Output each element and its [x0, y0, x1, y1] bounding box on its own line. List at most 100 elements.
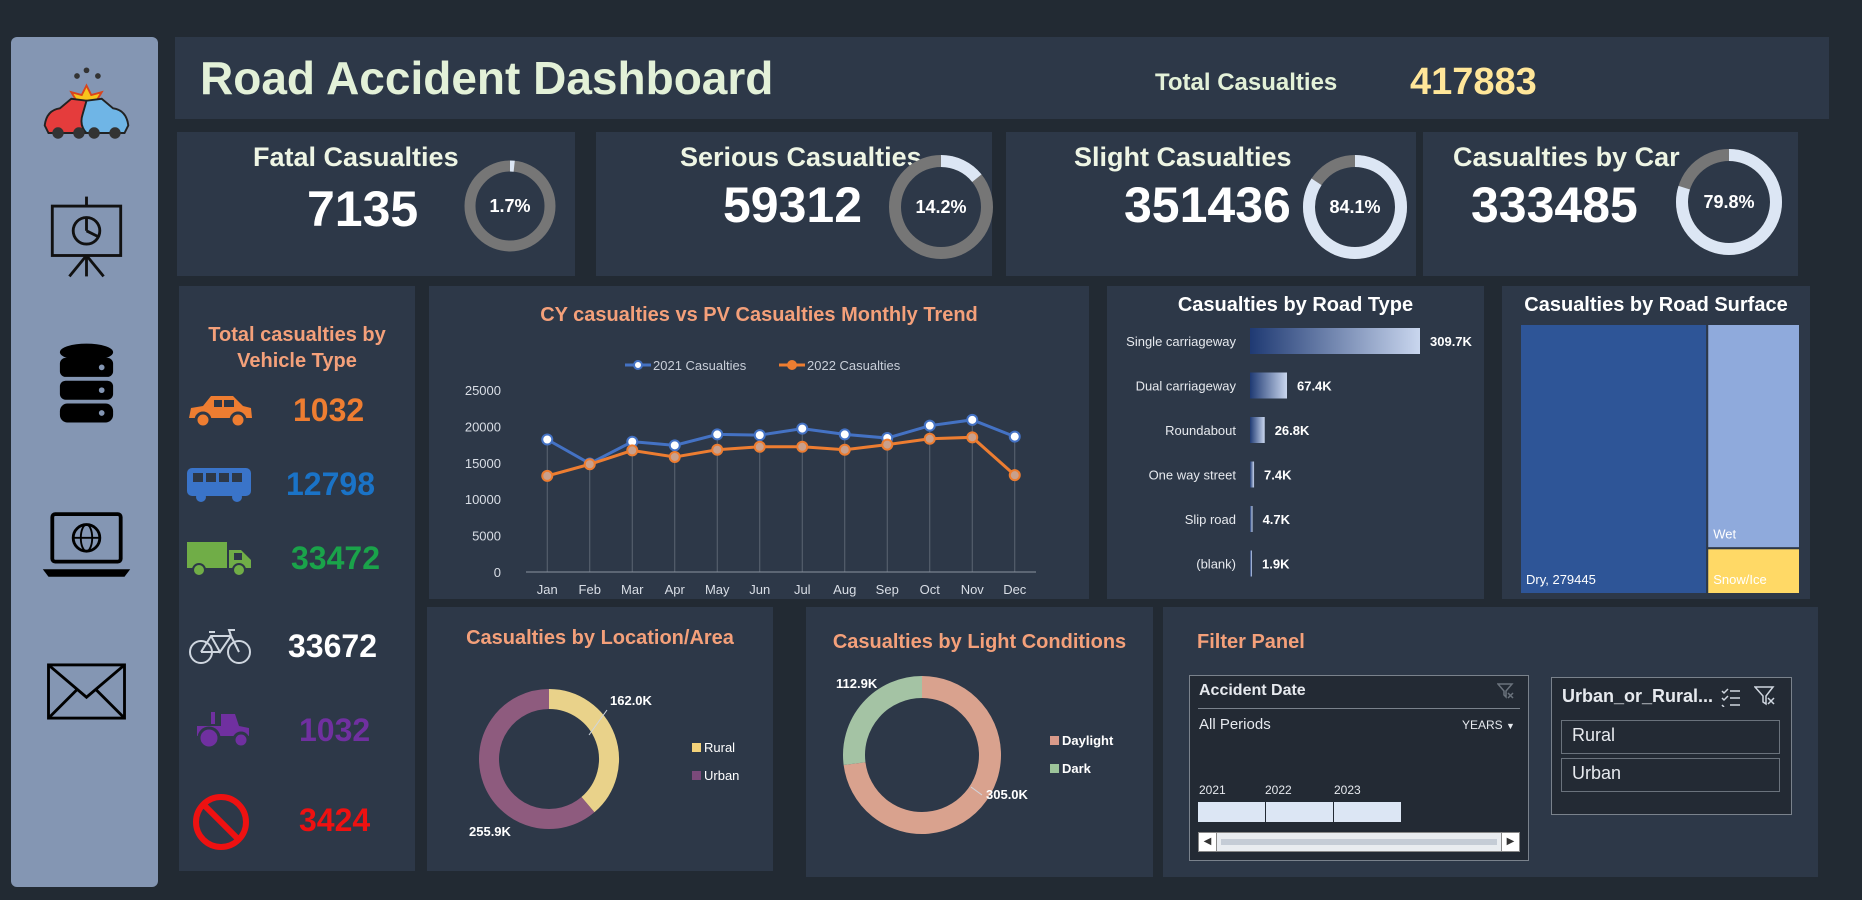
year-label-2023: 2023	[1334, 783, 1361, 797]
data-point	[626, 444, 639, 457]
mail-icon[interactable]	[39, 644, 134, 739]
bar	[1250, 417, 1265, 443]
clear-filter-icon[interactable]	[1754, 686, 1776, 706]
y-tick-label: 15000	[465, 456, 501, 471]
donut-slice-dark	[843, 676, 923, 765]
x-tick-label: Apr	[665, 582, 686, 597]
data-point	[711, 428, 724, 441]
scroll-left-icon[interactable]: ◀	[1199, 833, 1217, 851]
kpi-donut: 1.7%	[464, 160, 556, 252]
kpi-donut-label: 1.7%	[489, 196, 530, 216]
x-tick-label: Jul	[794, 582, 811, 597]
kpi-title: Fatal Casualties	[253, 142, 459, 172]
donut-value-label: 162.0K	[610, 693, 653, 708]
monthly-trend-chart: 2021 Casualties 2022 Casualties 0 5000 100…	[465, 358, 1036, 597]
donut-slice-rural	[548, 689, 619, 813]
location-donut: 162.0K 255.9K Rural Urban	[469, 689, 739, 839]
vehicle-value-tractor: 1032	[299, 712, 371, 748]
y-tick-label: 10000	[465, 492, 501, 507]
category-label: One way street	[1149, 468, 1237, 483]
vehicle-value-car: 1032	[293, 392, 365, 428]
header-bar: Road Accident Dashboard Total Casualties…	[175, 37, 1829, 119]
treemap-dry-label: Dry, 279445	[1526, 572, 1596, 587]
data-point	[668, 439, 681, 452]
chevron-down-icon: ▼	[1506, 721, 1515, 731]
bar	[1250, 328, 1420, 354]
legend-2021: 2021 Casualties	[653, 358, 747, 373]
no-entry-icon	[193, 794, 249, 850]
divider	[1198, 708, 1520, 709]
y-tick-label: 0	[494, 565, 501, 580]
chart-legend: 2021 Casualties 2022 Casualties	[625, 358, 901, 373]
donut-value-label: 255.9K	[469, 824, 512, 839]
x-tick-label: Mar	[621, 582, 644, 597]
kpi-donut: 84.1%	[1303, 155, 1407, 259]
donut-slice-urban	[479, 689, 595, 829]
kpi-title: Casualties by Car	[1453, 142, 1680, 172]
x-tick-label: Aug	[833, 582, 856, 597]
timeline-scrollbar[interactable]: ◀ ▶	[1198, 832, 1520, 852]
area-option-urban[interactable]: Urban	[1561, 758, 1780, 792]
data-point	[1008, 430, 1021, 443]
timeline-bar-2022[interactable]	[1266, 802, 1333, 822]
clear-filter-icon[interactable]	[1497, 683, 1515, 699]
kpi-value: 7135	[307, 181, 419, 237]
filter-panel-title: Filter Panel	[1197, 631, 1305, 653]
scroll-thumb[interactable]	[1221, 839, 1497, 845]
area-slicer: Urban_or_Rural... Rural Urban	[1551, 677, 1792, 815]
year-label-2021: 2021	[1199, 783, 1226, 797]
x-tick-label: Nov	[961, 582, 985, 597]
laptop-globe-icon[interactable]	[39, 497, 134, 592]
kpi-value: 59312	[723, 177, 863, 233]
kpi-value: 351436	[1124, 177, 1291, 233]
data-point	[966, 431, 979, 444]
data-point	[541, 433, 554, 446]
kpi-donut-label: 14.2%	[915, 197, 966, 217]
bar-value-label: 1.9K	[1262, 557, 1290, 572]
car-icon	[189, 396, 252, 429]
vehicle-value-truck: 33472	[291, 540, 380, 576]
kpi-card-fatal: Fatal Casualties 7135 1.7%	[177, 132, 575, 276]
timeline-bar-2021[interactable]	[1198, 802, 1265, 822]
car-crash-icon[interactable]	[39, 57, 134, 152]
bar-value-label: 4.7K	[1263, 512, 1291, 527]
date-slicer-header: Accident Date	[1199, 682, 1306, 699]
legend-label: Daylight	[1062, 733, 1114, 748]
kpi-title: Slight Casualties	[1074, 142, 1292, 172]
road-surface-chart: Dry, 279445 Wet Snow/Ice	[1519, 323, 1801, 595]
road-surface-panel: Casualties by Road Surface Dry, 279445 We…	[1502, 286, 1810, 599]
data-point	[753, 440, 766, 453]
date-unit-dropdown[interactable]: YEARS ▼	[1462, 718, 1515, 732]
donut-value-label: 305.0K	[986, 787, 1029, 802]
database-icon[interactable]	[39, 337, 134, 432]
bar	[1250, 461, 1255, 488]
page-title: Road Accident Dashboard	[200, 52, 774, 104]
vehicle-type-panel: Total casualties by Vehicle Type 1032 12…	[179, 286, 415, 871]
light-donut: 305.0K 112.9K Daylight Dark	[836, 676, 1114, 834]
timeline-bar-2023[interactable]	[1334, 802, 1401, 822]
legend-label: Dark	[1062, 761, 1092, 776]
multi-select-icon[interactable]	[1720, 687, 1742, 707]
y-tick-label: 5000	[472, 529, 501, 544]
series-line-2022-casualties	[546, 435, 1016, 478]
category-label: Roundabout	[1165, 423, 1236, 438]
bar	[1250, 506, 1253, 532]
kpi-card-serious: Serious Casualties 59312 14.2%	[596, 132, 993, 276]
area-option-rural[interactable]: Rural	[1561, 720, 1780, 754]
legend-label: Urban	[704, 768, 739, 783]
category-label: (blank)	[1196, 557, 1236, 572]
y-tick-label: 20000	[465, 419, 501, 434]
y-tick-label: 25000	[465, 383, 501, 398]
legend-swatch	[1050, 736, 1059, 745]
data-point	[796, 422, 809, 435]
bicycle-icon	[189, 629, 251, 664]
area-slicer-header: Urban_or_Rural...	[1562, 686, 1714, 706]
data-point	[838, 443, 851, 456]
kpi-value: 333485	[1471, 177, 1638, 233]
scroll-right-icon[interactable]: ▶	[1501, 833, 1519, 851]
data-point	[541, 469, 554, 482]
x-tick-label: Jun	[749, 582, 770, 597]
presentation-chart-icon[interactable]	[39, 189, 134, 284]
vehicle-value-bicycle: 33672	[288, 628, 377, 664]
filter-panel: Filter Panel Accident Date All Periods Y…	[1163, 607, 1818, 877]
